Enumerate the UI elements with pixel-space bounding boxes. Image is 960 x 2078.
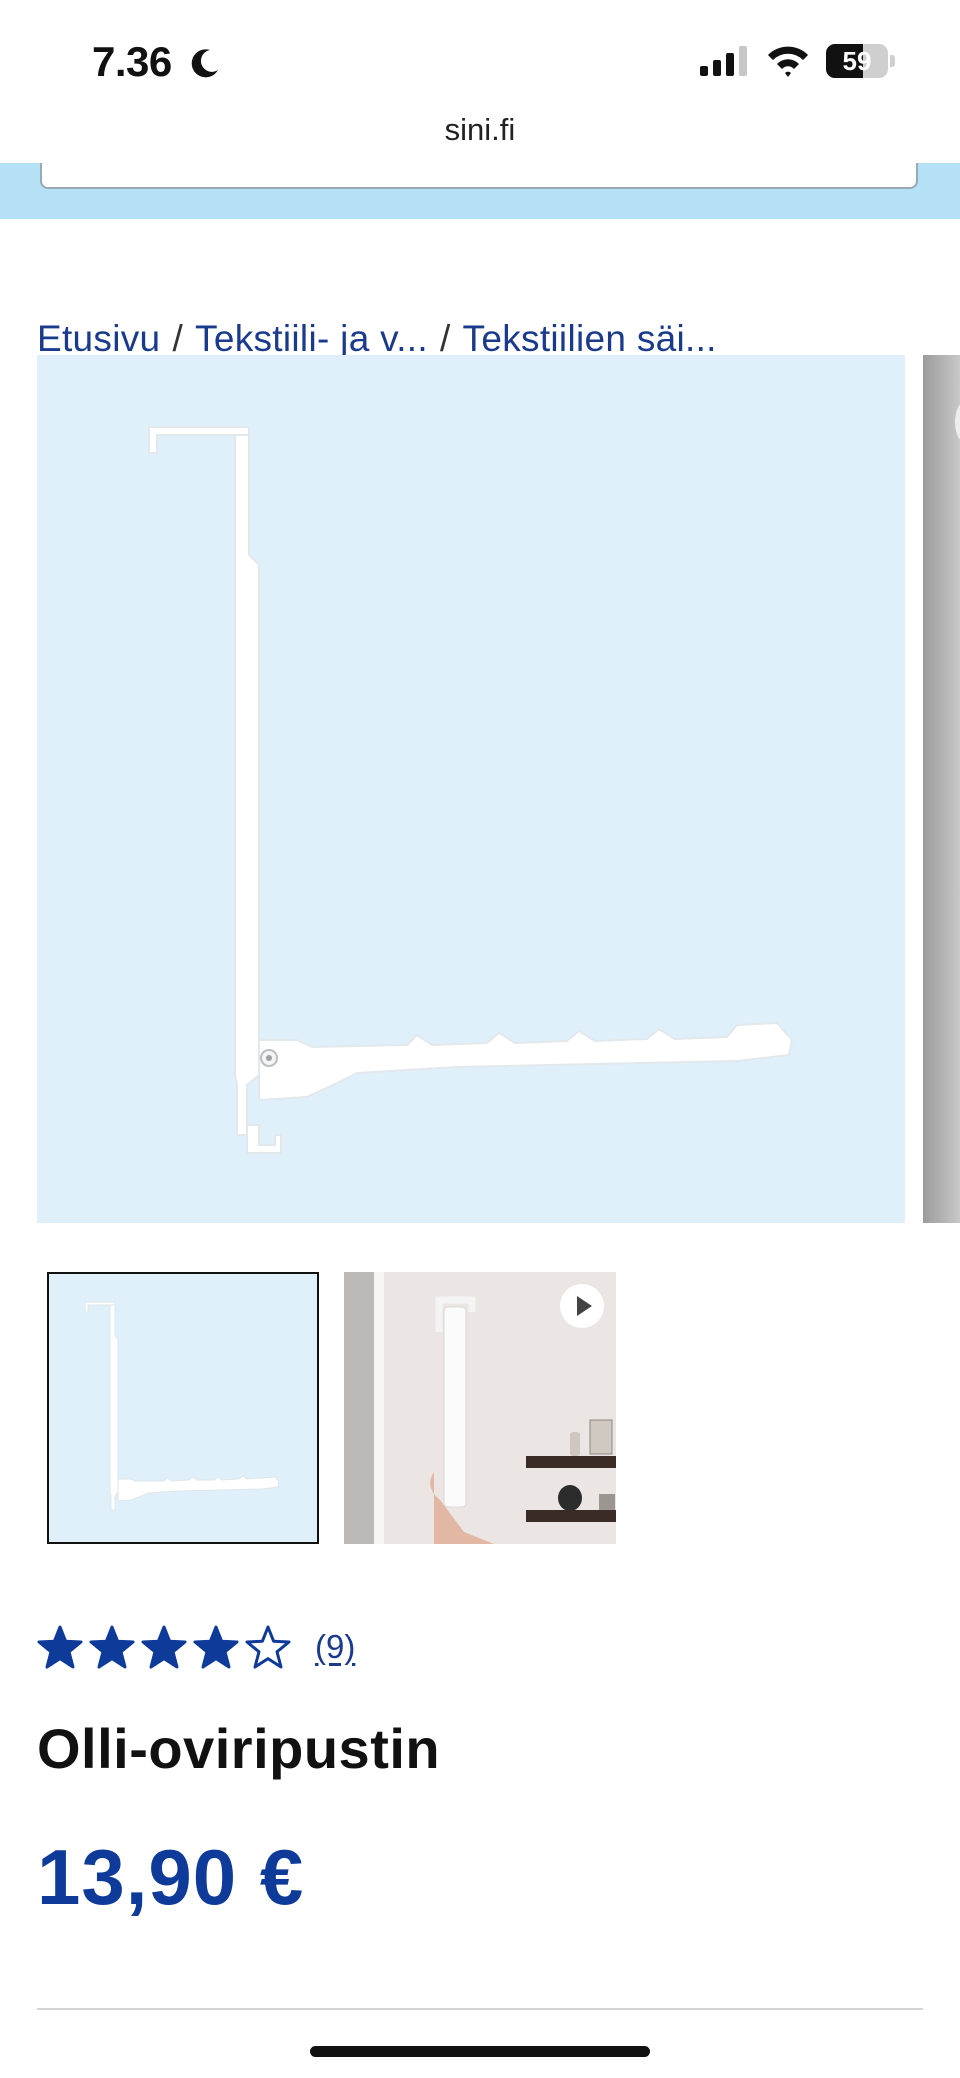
breadcrumb-separator: / — [439, 318, 451, 359]
star-filled-icon — [37, 1625, 83, 1669]
battery-level: 59 — [842, 46, 872, 76]
breadcrumb-subcategory-link[interactable]: Tekstiilien säi... — [463, 318, 717, 359]
home-indicator[interactable] — [310, 2046, 650, 2057]
star-empty-icon — [245, 1625, 291, 1669]
product-rating[interactable]: (9) — [37, 1624, 355, 1670]
moon-icon — [190, 48, 220, 83]
star-filled-icon — [89, 1625, 135, 1669]
door-hanger-thumbnail — [84, 1301, 280, 1511]
address-bar-url[interactable]: sini.fi — [0, 112, 960, 148]
status-bar: 7.36 59 sini.fi — [0, 0, 960, 147]
product-price: 13,90 € — [37, 1833, 305, 1921]
play-icon[interactable] — [560, 1284, 604, 1328]
star-filled-icon — [141, 1625, 187, 1669]
star-filled-icon — [193, 1625, 239, 1669]
thumbnail-video-2[interactable] — [344, 1272, 616, 1544]
battery-icon: 59 — [826, 44, 896, 78]
breadcrumb-category-link[interactable]: Tekstiili- ja v... — [195, 318, 428, 359]
divider — [37, 2008, 923, 2010]
breadcrumb-separator: / — [172, 318, 184, 359]
rating-stars — [37, 1625, 297, 1669]
review-count-link[interactable]: (9) — [315, 1628, 355, 1666]
status-time: 7.36 — [92, 38, 172, 85]
thumbnail-image-1[interactable] — [47, 1272, 319, 1544]
wifi-icon — [766, 44, 810, 83]
product-main-image[interactable] — [37, 355, 905, 1223]
next-image-peek[interactable] — [923, 355, 960, 1223]
product-title: Olli-oviripustin — [37, 1717, 441, 1780]
cellular-signal-icon — [700, 46, 750, 81]
door-hanger-illustration — [148, 426, 794, 1154]
search-input[interactable] — [40, 163, 918, 189]
breadcrumb: Etusivu / Tekstiili- ja v... / Tekstiilien s… — [37, 318, 717, 360]
breadcrumb-home-link[interactable]: Etusivu — [37, 318, 160, 359]
